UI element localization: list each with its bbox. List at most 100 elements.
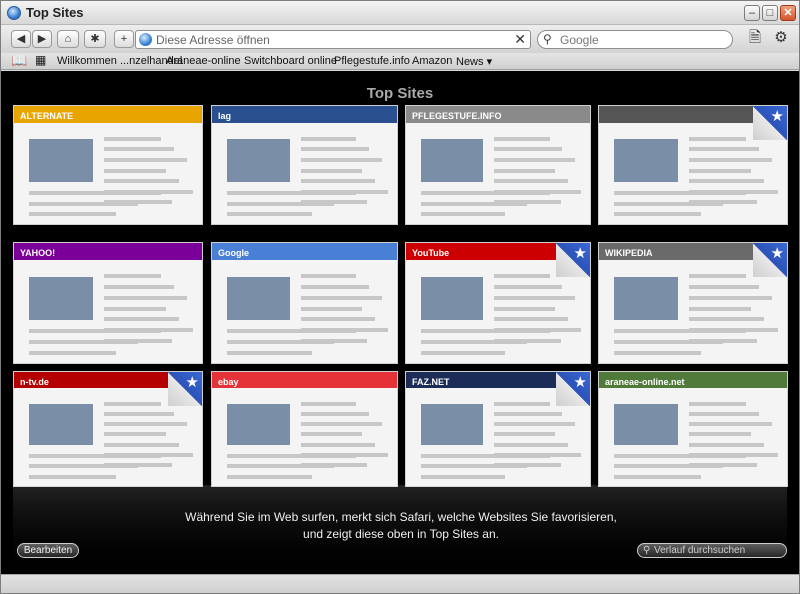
globe-icon (139, 33, 152, 46)
thumbnail-text-line (614, 190, 746, 195)
bookmark-link[interactable]: Amazon (412, 55, 452, 67)
bookmark-link[interactable]: Switchboard online (244, 55, 337, 67)
bookmark-link-news[interactable]: News ▾ (456, 55, 492, 68)
thumbnail-header: lag (212, 106, 397, 123)
thumbnail-text-line (420, 212, 506, 217)
back-button[interactable]: ◀ (11, 30, 31, 48)
star-badge-icon[interactable]: ★ (753, 106, 787, 140)
thumbnail-text-line (494, 401, 550, 406)
thumbnail-header: araneae-online.net (599, 372, 787, 388)
thumbnail-text-line (104, 179, 180, 184)
thumbnail-site-label (599, 111, 605, 121)
thumbnail-text-line (494, 136, 550, 141)
bookmark-link[interactable]: Araneae-online (166, 55, 241, 67)
thumbnail-site-label: n-tv.de (20, 377, 49, 387)
thumbnail-text-line (689, 168, 752, 173)
thumbnail-text-line (494, 442, 568, 447)
thumbnail-text-line (689, 422, 772, 427)
thumbnail-text-line (494, 306, 556, 311)
thumbnail-text-line (494, 295, 576, 300)
maximize-button[interactable]: □ (762, 5, 778, 21)
thumbnail-image (420, 276, 484, 320)
top-site-thumbnail[interactable]: araneae-online.net (598, 371, 788, 487)
home-button[interactable]: ⌂ (57, 30, 79, 48)
star-badge-icon[interactable]: ★ (556, 372, 590, 406)
thumbnail-text-line (689, 179, 765, 184)
star-badge-icon[interactable]: ★ (556, 243, 590, 277)
thumbnail-text-line (494, 285, 563, 289)
thumbnail-text-line (420, 351, 506, 355)
thumbnail-image (614, 403, 678, 445)
thumbnail-text-line (420, 340, 528, 345)
top-site-thumbnail[interactable]: FAZ.NET ★ (405, 371, 591, 487)
top-site-thumbnail[interactable]: YouTube ★ (405, 242, 591, 364)
top-site-thumbnail[interactable]: ALTERNATE (13, 105, 203, 225)
grid-icon[interactable]: ▦ (35, 53, 46, 67)
thumbnail-site-label: WIKIPEDIA (605, 248, 653, 258)
thumbnail-text-line (29, 474, 116, 479)
top-site-thumbnail[interactable]: YAHOO! (13, 242, 203, 364)
thumbnail-text-line (29, 464, 139, 469)
top-site-thumbnail[interactable]: WIKIPEDIA ★ (598, 242, 788, 364)
thumbnail-text-line (104, 411, 174, 416)
thumbnail-text-line (104, 295, 187, 300)
thumbnail-site-label: FAZ.NET (412, 377, 450, 387)
thumbnail-image (614, 139, 678, 182)
thumbnail-text-line (614, 454, 746, 459)
thumbnail-text-line (29, 212, 116, 217)
thumbnail-text-line (104, 136, 161, 141)
thumbnail-image (614, 276, 678, 320)
top-site-thumbnail[interactable]: ebay (211, 371, 398, 487)
settings-gear-icon[interactable]: ⚙ (769, 30, 793, 48)
top-site-thumbnail[interactable]: lag (211, 105, 398, 225)
minimize-button[interactable]: – (744, 5, 760, 21)
thumbnail-text-line (689, 147, 759, 152)
thumbnail-text-line (104, 306, 167, 311)
status-bar (1, 574, 799, 593)
search-placeholder: Google (560, 33, 599, 47)
thumbnail-text-line (300, 147, 370, 152)
thumbnail-site-label: ALTERNATE (20, 111, 74, 121)
address-bar[interactable]: Diese Adresse öffnen ✕ (135, 30, 531, 49)
thumbnail-text-line (614, 464, 724, 469)
bookmarks-bar: 📖 ▦ Willkommen ...nzelhandel Araneae-onl… (1, 53, 799, 70)
thumbnail-text-line (104, 168, 167, 173)
forward-button[interactable]: ▶ (32, 30, 52, 48)
browser-toolbar: ◀ ▶ ⌂ ✱ + Diese Adresse öffnen ✕ ⚲ Googl… (1, 25, 799, 53)
top-site-thumbnail[interactable]: PFLEGESTUFE.INFO (405, 105, 591, 225)
search-field[interactable]: ⚲ Google (537, 30, 733, 49)
star-badge-icon[interactable]: ★ (753, 243, 787, 277)
thumbnail-text-line (420, 190, 550, 195)
thumbnail-text-line (104, 401, 161, 406)
bug-report-button[interactable]: ✱ (84, 30, 106, 48)
edit-button[interactable]: Bearbeiten (17, 543, 79, 558)
page-menu-icon[interactable]: 🗎 (743, 30, 767, 48)
history-search-field[interactable]: ⚲ Verlauf durchsuchen (637, 543, 787, 558)
star-badge-icon[interactable]: ★ (168, 372, 202, 406)
thumbnail-header: ebay (212, 372, 397, 388)
thumbnail-text-line (104, 274, 161, 279)
thumbnail-image (420, 139, 484, 182)
clear-address-icon[interactable]: ✕ (514, 31, 526, 48)
thumbnail-text-line (226, 351, 312, 355)
news-label: News (456, 56, 484, 68)
add-bookmark-button[interactable]: + (114, 30, 134, 48)
top-site-thumbnail[interactable]: n-tv.de ★ (13, 371, 203, 487)
thumbnail-text-line (494, 422, 576, 427)
close-button[interactable]: ✕ (780, 5, 796, 21)
top-site-thumbnail[interactable]: ★ (598, 105, 788, 225)
thumbnail-header: Google (212, 243, 397, 260)
thumbnail-text-line (494, 411, 563, 416)
open-book-icon[interactable]: 📖 (11, 53, 27, 69)
search-icon: ⚲ (643, 545, 651, 556)
thumbnail-text-line (689, 317, 765, 322)
thumbnail-text-line (226, 454, 357, 459)
bookmark-link[interactable]: Pflegestufe.info (334, 55, 410, 67)
thumbnail-text-line (689, 401, 746, 406)
thumbnail-text-line (614, 329, 746, 334)
top-site-thumbnail[interactable]: Google (211, 242, 398, 364)
thumbnail-text-line (300, 168, 362, 173)
thumbnail-text-line (300, 157, 383, 162)
thumbnail-text-line (494, 317, 568, 322)
bookmark-link[interactable]: Willkommen ...nzelhandel (57, 55, 182, 67)
